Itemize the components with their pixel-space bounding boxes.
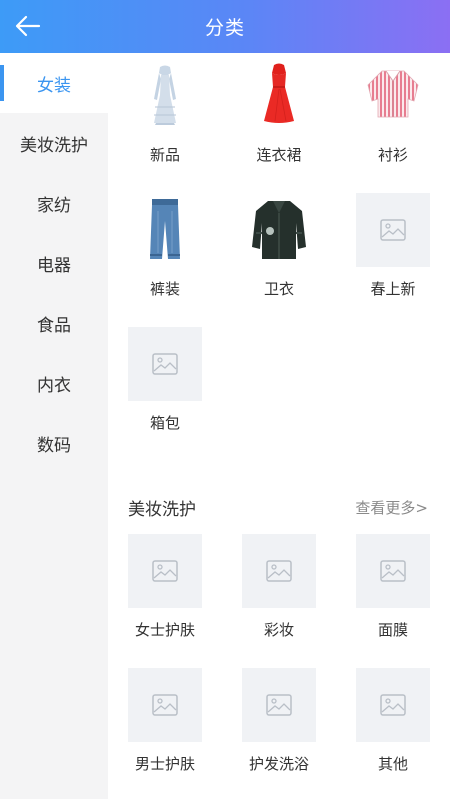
sidebar-item-appliances[interactable]: 电器	[0, 233, 108, 293]
sidebar-item-label: 内衣	[37, 375, 71, 396]
image-placeholder-icon	[152, 353, 178, 375]
arrow-left-icon	[15, 15, 41, 37]
jeans-photo	[128, 193, 202, 267]
red-dress-photo	[242, 59, 316, 133]
striped-shirt-photo	[356, 59, 430, 133]
category-item-label: 面膜	[377, 621, 408, 639]
image-placeholder	[356, 534, 430, 608]
category-item-label: 新品	[149, 146, 180, 164]
category-item-label: 其他	[377, 755, 408, 773]
category-item-new[interactable]: 新品	[128, 59, 202, 193]
image-placeholder	[356, 193, 430, 267]
image-placeholder	[128, 327, 202, 401]
image-placeholder	[128, 668, 202, 742]
image-placeholder-icon	[266, 694, 292, 716]
dress-photo	[128, 59, 202, 133]
section-title: 美妆洗护	[128, 500, 196, 520]
image-placeholder-icon	[380, 560, 406, 582]
page-title: 分类	[204, 17, 245, 39]
image-placeholder	[242, 534, 316, 608]
sidebar-item-label: 电器	[37, 255, 71, 276]
category-item-pants[interactable]: 裤装	[128, 193, 202, 327]
category-content: 新品 连衣裙 衬衫 裤装 卫衣 春上新 箱包 美妆洗护 查看更多> 女士护肤 彩…	[108, 53, 450, 799]
category-item-label: 连衣裙	[256, 146, 302, 164]
sidebar-item-women[interactable]: 女装	[0, 53, 108, 113]
category-item-label: 女士护肤	[134, 621, 195, 639]
image-placeholder-icon	[152, 694, 178, 716]
category-item-men-skincare[interactable]: 男士护肤	[128, 668, 202, 799]
back-button[interactable]	[10, 8, 46, 44]
image-placeholder	[242, 668, 316, 742]
category-item-mask[interactable]: 面膜	[356, 534, 430, 668]
category-sidebar: 女装 美妆洗护 家纺 电器 食品 内衣 数码	[0, 53, 108, 799]
category-item-women-skincare[interactable]: 女士护肤	[128, 534, 202, 668]
category-item-label: 彩妆	[263, 621, 294, 639]
cardigan-photo	[242, 193, 316, 267]
sidebar-item-label: 女装	[37, 75, 71, 96]
category-item-label: 箱包	[149, 414, 180, 432]
image-placeholder	[356, 668, 430, 742]
header-bar: 分类	[0, 0, 450, 53]
category-item-label: 春上新	[370, 280, 416, 298]
sidebar-item-home-textile[interactable]: 家纺	[0, 173, 108, 233]
sidebar-item-label: 食品	[37, 315, 71, 336]
category-item-label: 衬衫	[377, 146, 408, 164]
category-item-hair-bath[interactable]: 护发洗浴	[242, 668, 316, 799]
sidebar-item-beauty[interactable]: 美妆洗护	[0, 113, 108, 173]
sidebar-item-underwear[interactable]: 内衣	[0, 353, 108, 413]
category-item-label: 护发洗浴	[248, 755, 309, 773]
category-item-shirt[interactable]: 衬衫	[356, 59, 430, 193]
category-item-spring-new[interactable]: 春上新	[356, 193, 430, 327]
image-placeholder-icon	[380, 219, 406, 241]
category-item-label: 男士护肤	[134, 755, 195, 773]
sidebar-item-label: 美妆洗护	[20, 135, 88, 156]
beauty-category-grid: 女士护肤 彩妆 面膜 男士护肤 护发洗浴 其他	[128, 534, 430, 799]
category-item-makeup[interactable]: 彩妆	[242, 534, 316, 668]
see-more-link[interactable]: 查看更多>	[355, 497, 428, 518]
category-item-bags[interactable]: 箱包	[128, 327, 202, 461]
sidebar-item-label: 数码	[37, 435, 71, 456]
sidebar-item-label: 家纺	[37, 195, 71, 216]
category-item-label: 裤装	[149, 280, 180, 298]
sidebar-item-digital[interactable]: 数码	[0, 413, 108, 473]
image-placeholder	[128, 534, 202, 608]
image-placeholder-icon	[266, 560, 292, 582]
category-item-hoodie[interactable]: 卫衣	[242, 193, 316, 327]
category-item-other[interactable]: 其他	[356, 668, 430, 799]
image-placeholder-icon	[152, 560, 178, 582]
sidebar-item-food[interactable]: 食品	[0, 293, 108, 353]
women-category-grid: 新品 连衣裙 衬衫 裤装 卫衣 春上新 箱包	[128, 59, 430, 461]
category-item-dress[interactable]: 连衣裙	[242, 59, 316, 193]
category-item-label: 卫衣	[263, 280, 294, 298]
image-placeholder-icon	[380, 694, 406, 716]
